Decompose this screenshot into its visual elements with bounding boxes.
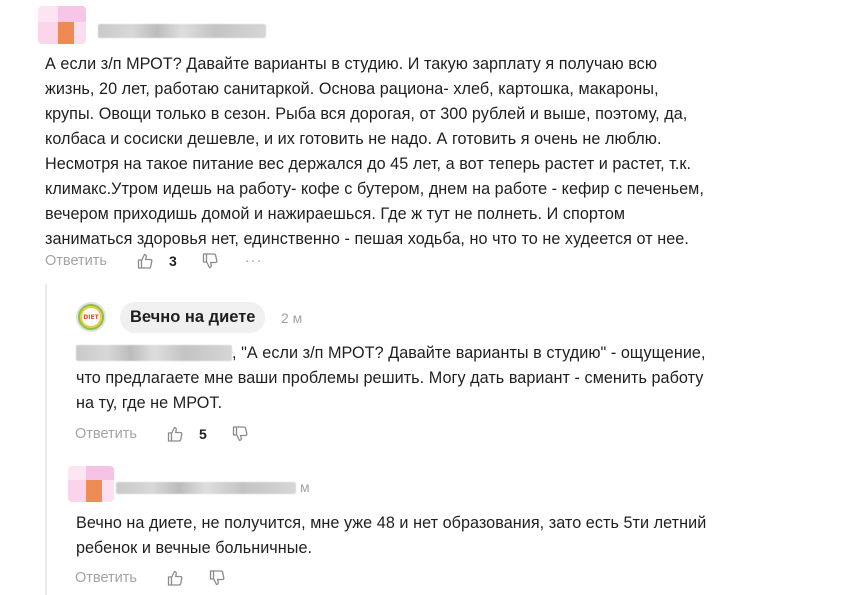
- like-count: 5: [198, 426, 207, 442]
- author-name[interactable]: [116, 482, 296, 494]
- reply-line: Вечно на диете, не получится, мне уже 48…: [76, 514, 707, 532]
- avatar[interactable]: [38, 6, 86, 44]
- author-name[interactable]: [98, 24, 266, 38]
- like-icon[interactable]: [136, 252, 154, 270]
- avatar[interactable]: [68, 466, 114, 502]
- dislike-icon[interactable]: [231, 425, 249, 443]
- more-options-button[interactable]: ···: [245, 253, 263, 269]
- comment-line: заниматься здоровья нет, единственно - п…: [45, 230, 689, 248]
- comment-text: А если з/п МРОТ? Давайте варианты в студ…: [45, 52, 704, 252]
- dislike-icon[interactable]: [208, 569, 226, 587]
- reply-text: Вечно на диете, не получится, мне уже 48…: [76, 511, 706, 561]
- comment-line: вечером приходишь домой и нажираешься. Г…: [45, 205, 626, 223]
- like-icon[interactable]: [166, 425, 184, 443]
- avatar-logo-text: DIET: [83, 313, 99, 321]
- like-icon[interactable]: [166, 569, 184, 587]
- comment-time: 2 м: [281, 310, 303, 326]
- reply-actions: Ответить: [75, 568, 226, 588]
- comment-line: Несмотря на такое питание вес держался д…: [45, 155, 692, 173]
- comment-line: А если з/п МРОТ? Давайте варианты в студ…: [45, 55, 658, 73]
- author-avatar[interactable]: DIET: [76, 302, 106, 332]
- dislike-icon[interactable]: [201, 252, 219, 270]
- comment-line: крупы. Овощи только в сезон. Рыба вся до…: [45, 105, 688, 123]
- author-name-chip[interactable]: Вечно на диете: [120, 302, 266, 333]
- comment-line: климакс.Утром идешь на работу- кофе с бу…: [45, 180, 704, 198]
- comment-actions: Ответить 3 ···: [45, 251, 262, 271]
- like-count: 3: [168, 253, 177, 269]
- reply-button[interactable]: Ответить: [75, 426, 137, 442]
- reply-button[interactable]: Ответить: [45, 253, 107, 269]
- reply-button[interactable]: Ответить: [75, 570, 137, 586]
- reply-line: ребенок и вечные больничные.: [76, 539, 313, 557]
- reply-line: на ту, где не МРОТ.: [76, 394, 223, 412]
- reply-actions: Ответить 5: [75, 424, 249, 444]
- reply-text: , "А если з/п МРОТ? Давайте варианты в с…: [76, 341, 706, 416]
- comment-line: жизнь, 20 лет, работаю санитаркой. Основ…: [45, 80, 659, 98]
- comment-time: м: [300, 479, 310, 495]
- thread-line: [45, 284, 47, 595]
- comment-line: колбаса и сосиски дешевле, и их готовить…: [45, 130, 662, 148]
- reply-line: , "А если з/п МРОТ? Давайте варианты в с…: [232, 344, 706, 362]
- reply-line: что предлагаете мне ваши проблемы решить…: [76, 369, 704, 387]
